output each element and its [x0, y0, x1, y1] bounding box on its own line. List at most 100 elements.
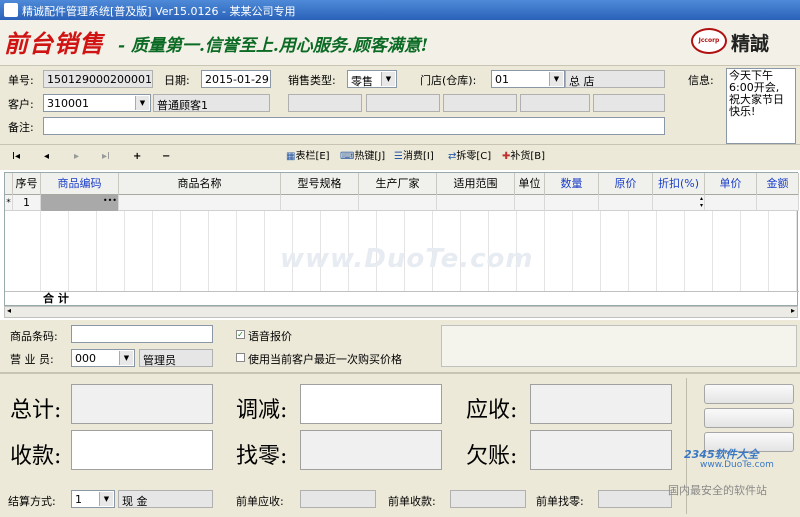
- store-label: 门店(仓库):: [420, 74, 477, 87]
- column-settings-button[interactable]: ▦表栏[E]: [286, 149, 330, 165]
- store-name-field: 总 店: [565, 70, 665, 88]
- spec-cell[interactable]: [281, 195, 359, 211]
- barcode-label: 商品条码:: [10, 330, 58, 343]
- col-header[interactable]: 生产厂家: [359, 173, 437, 195]
- last-record-button[interactable]: ▸I: [102, 149, 110, 165]
- scroll-left-icon[interactable]: ◂: [7, 306, 11, 315]
- discount-cell[interactable]: ▴ ▾: [653, 195, 705, 211]
- col-header[interactable]: 单价: [705, 173, 757, 195]
- customer-select[interactable]: 310001 ▼: [43, 94, 151, 112]
- banner-slogan: - 质量第一.信誉至上.用心服务.顾客满意!: [118, 36, 429, 56]
- order-header-form: 单号: 150129000200001 日期: 2015-01-29 销售类型:…: [0, 66, 800, 144]
- last-price-checkbox[interactable]: [236, 353, 245, 362]
- col-header[interactable]: 单位: [515, 173, 545, 195]
- product-entry-panel: 商品条码: 营 业 员: 000 ▼ 管理员 ✓ 语音报价 使用当前客户最近一次…: [0, 320, 800, 372]
- product-name-cell[interactable]: [119, 195, 281, 211]
- consume-button[interactable]: ☰消费[I]: [394, 149, 434, 165]
- col-header[interactable]: 型号规格: [281, 173, 359, 195]
- horizontal-scrollbar[interactable]: ◂ ▸: [4, 306, 798, 318]
- adjust-input[interactable]: [300, 384, 442, 424]
- hotkey-button[interactable]: ⌨热键[J]: [340, 149, 385, 165]
- maker-cell[interactable]: [359, 195, 437, 211]
- keyboard-icon: ⌨: [340, 151, 355, 162]
- col-header[interactable]: 商品编码: [41, 173, 119, 195]
- first-record-button[interactable]: I◂: [12, 149, 20, 165]
- col-header[interactable]: 数量: [545, 173, 599, 195]
- watermark-corner-3: 国内最安全的软件站: [668, 484, 767, 497]
- voice-price-checkbox[interactable]: ✓: [236, 330, 245, 339]
- list-icon: ☰: [394, 151, 403, 162]
- original-price-cell[interactable]: [599, 195, 653, 211]
- col-header[interactable]: 适用范围: [437, 173, 515, 195]
- barcode-input[interactable]: [71, 325, 213, 343]
- restock-button[interactable]: ✚补货[B]: [502, 149, 545, 165]
- col-header[interactable]: 商品名称: [119, 173, 281, 195]
- order-no-label: 单号:: [8, 74, 34, 87]
- order-no-field[interactable]: 150129000200001: [43, 70, 153, 88]
- items-grid[interactable]: 序号 商品编码 商品名称 型号规格 生产厂家 适用范围 单位 数量 原价 折扣(…: [4, 172, 799, 306]
- prev-change-label: 前单找零:: [536, 495, 584, 508]
- chevron-down-icon[interactable]: ▼: [119, 351, 133, 365]
- table-row[interactable]: * 1 ••• ▴ ▾: [5, 195, 799, 211]
- qty-cell[interactable]: [545, 195, 599, 211]
- total-row-label: 合 计: [43, 292, 69, 305]
- prev-receivable-label: 前单应收:: [236, 495, 284, 508]
- window-title: 精诚配件管理系统[普及版] Ver15.0126 - 某某公司专用: [22, 5, 296, 18]
- col-header[interactable]: 折扣(%): [653, 173, 705, 195]
- product-code-cell[interactable]: •••: [41, 195, 119, 211]
- total-field: [71, 384, 213, 424]
- pay-method-select[interactable]: 1 ▼: [71, 490, 115, 508]
- chevron-down-icon[interactable]: ▼: [135, 96, 149, 110]
- info-textarea[interactable]: 今天下午6:00开会, 祝大家节日快乐!: [726, 68, 796, 144]
- chevron-down-icon[interactable]: ▼: [549, 72, 563, 86]
- col-header[interactable]: 原价: [599, 173, 653, 195]
- add-row-button[interactable]: +: [133, 149, 141, 165]
- banner: 前台销售 - 质量第一.信誉至上.用心服务.顾客满意! Jccorp 精誠: [0, 20, 800, 66]
- delete-row-button[interactable]: −: [162, 149, 170, 165]
- clerk-code: 000: [75, 352, 96, 365]
- row-indicator-header: [5, 173, 13, 195]
- brand-name: 精誠: [731, 33, 770, 55]
- owed-field: [530, 430, 672, 470]
- clerk-select[interactable]: 000 ▼: [71, 349, 135, 367]
- last-price-label: 使用当前客户最近一次购买价格: [248, 353, 402, 366]
- store-code: 01: [495, 73, 509, 86]
- chevron-down-icon[interactable]: ▼: [99, 492, 113, 506]
- unit-cell[interactable]: [515, 195, 545, 211]
- change-label: 找零:: [236, 444, 288, 469]
- sale-type-select[interactable]: 零售 ▼: [347, 70, 397, 88]
- amount-cell[interactable]: [757, 195, 799, 211]
- scope-cell[interactable]: [437, 195, 515, 211]
- col-header[interactable]: 序号: [13, 173, 41, 195]
- chevron-down-icon[interactable]: ▼: [381, 72, 395, 86]
- row-number: 1: [13, 195, 41, 211]
- split-button[interactable]: ⇄拆零[C]: [448, 149, 491, 165]
- grid-header: 序号 商品编码 商品名称 型号规格 生产厂家 适用范围 单位 数量 原价 折扣(…: [5, 173, 799, 195]
- scroll-right-icon[interactable]: ▸: [791, 306, 795, 315]
- total-label: 总计:: [10, 398, 62, 423]
- side-button-2[interactable]: [704, 408, 794, 428]
- prev-received-field: [450, 490, 526, 508]
- pay-method-name: 现 金: [118, 490, 213, 508]
- date-field[interactable]: 2015-01-29: [201, 70, 271, 88]
- unit-price-cell[interactable]: [705, 195, 757, 211]
- store-select[interactable]: 01 ▼: [491, 70, 565, 88]
- col-header[interactable]: 金额: [757, 173, 799, 195]
- prev-change-field: [598, 490, 672, 508]
- customer-code: 310001: [47, 97, 89, 110]
- adjust-label: 调减:: [236, 398, 288, 423]
- title-bar[interactable]: 精诚配件管理系统[普及版] Ver15.0126 - 某某公司专用: [0, 0, 800, 20]
- prev-receivable-field: [300, 490, 376, 508]
- ellipsis-icon[interactable]: •••: [103, 197, 117, 205]
- message-panel: [441, 325, 797, 367]
- remark-label: 备注:: [8, 121, 34, 134]
- next-record-button[interactable]: ▸: [74, 149, 79, 165]
- receivable-label: 应收:: [466, 398, 518, 423]
- spinner-icon[interactable]: ▴ ▾: [700, 195, 703, 209]
- banner-title: 前台销售: [4, 29, 104, 58]
- company-logo: Jccorp: [691, 28, 727, 54]
- remark-input[interactable]: [43, 117, 665, 135]
- received-input[interactable]: [71, 430, 213, 470]
- side-button-1[interactable]: [704, 384, 794, 404]
- prev-record-button[interactable]: ◂: [44, 149, 49, 165]
